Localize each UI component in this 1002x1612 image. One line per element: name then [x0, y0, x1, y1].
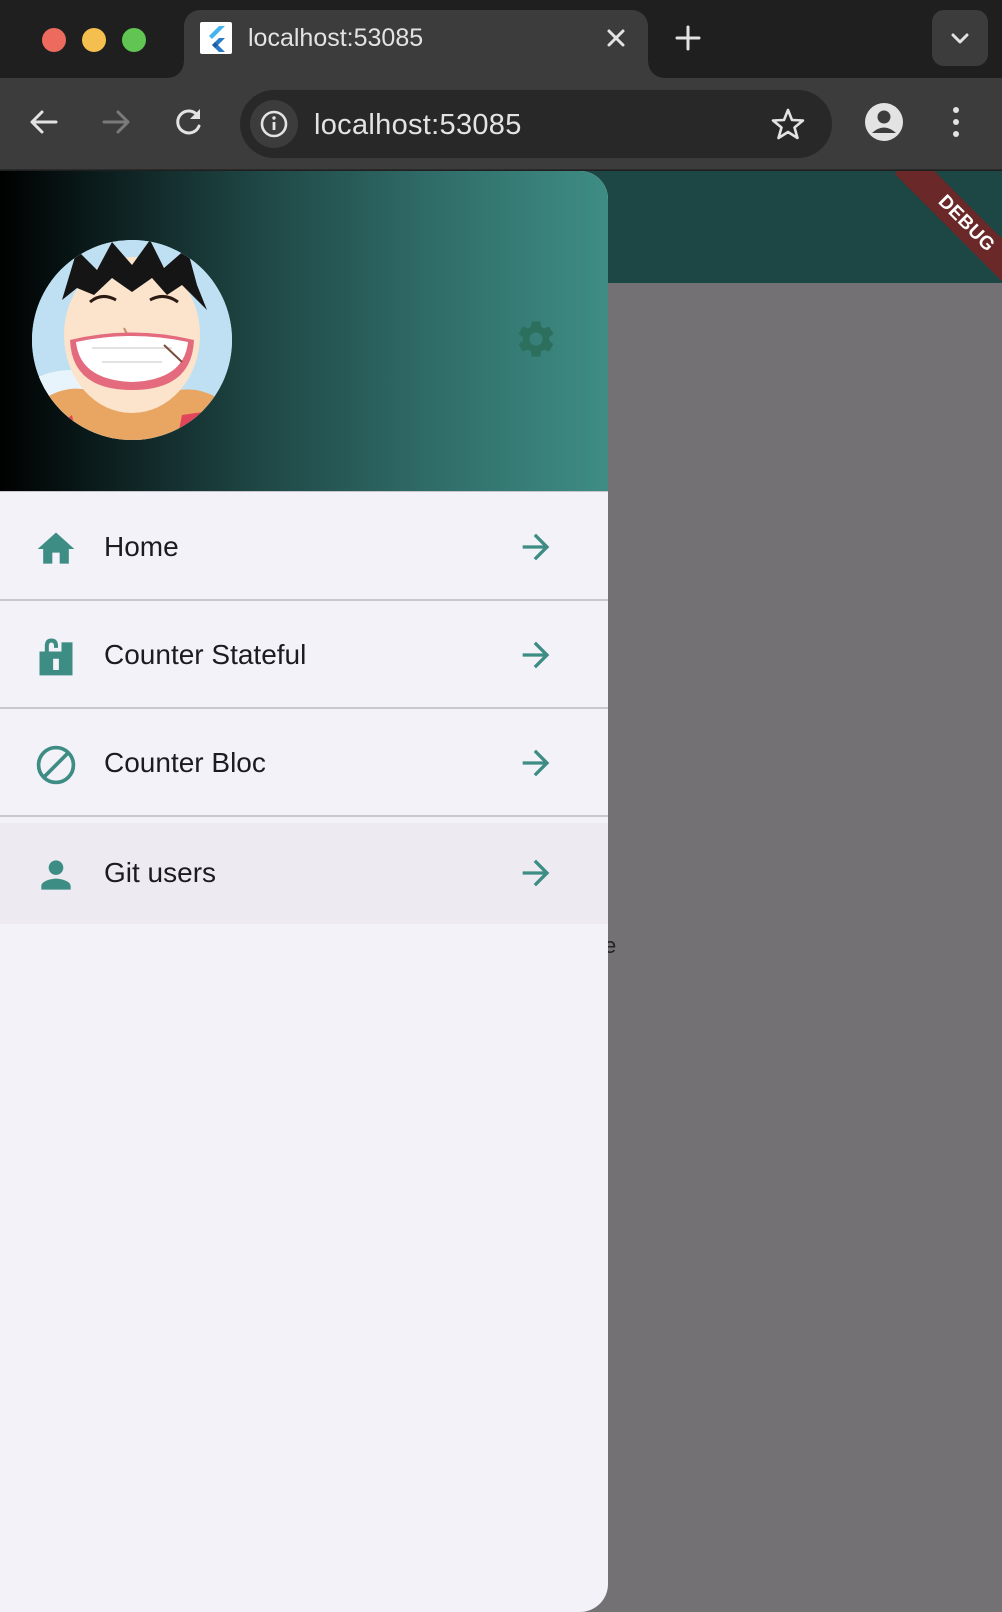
drawer-item-label: Counter Bloc: [104, 747, 266, 778]
arrow-right-icon[interactable]: [94, 100, 138, 144]
reload-icon[interactable]: [166, 100, 210, 144]
app-viewport: DEBUG e Home Counter Stateful Counter Bl…: [0, 171, 1002, 1612]
arrow-forward-icon: [516, 635, 556, 675]
info-icon[interactable]: [250, 100, 298, 148]
browser-tab[interactable]: localhost:53085: [168, 10, 664, 78]
drawer-item-label: Git users: [104, 857, 217, 888]
avatar-image[interactable]: [32, 240, 232, 440]
block-icon: [34, 743, 78, 787]
person-icon: [34, 853, 78, 897]
drawer-item-counter-bloc[interactable]: Counter Bloc: [0, 709, 608, 817]
lock-open-icon: [34, 635, 78, 679]
flutter-logo-icon: [200, 22, 232, 54]
star-icon[interactable]: [770, 106, 806, 142]
drawer-item-counter-stateful[interactable]: Counter Stateful: [0, 601, 608, 709]
browser-toolbar: localhost:53085: [0, 78, 1002, 170]
arrow-forward-icon: [516, 527, 556, 567]
navigation-drawer: Home Counter Stateful Counter Bloc Git u…: [0, 171, 608, 1612]
drawer-item-git-users[interactable]: Git users: [0, 823, 608, 924]
tab-strip: localhost:53085: [0, 0, 1002, 78]
arrow-forward-icon: [516, 743, 556, 783]
minimize-window-button[interactable]: [82, 28, 106, 52]
home-icon: [34, 527, 78, 571]
url-text: localhost:53085: [314, 109, 522, 141]
kebab-menu-icon[interactable]: [942, 102, 970, 142]
drawer-item-label: Counter Stateful: [104, 639, 307, 670]
close-icon[interactable]: [602, 24, 630, 52]
drawer-menu-list: Home Counter Stateful Counter Bloc Git u…: [0, 493, 608, 924]
arrow-left-icon[interactable]: [22, 100, 66, 144]
maximize-window-button[interactable]: [122, 28, 146, 52]
close-window-button[interactable]: [42, 28, 66, 52]
chevron-down-icon: [951, 33, 969, 44]
tab-title: localhost:53085: [248, 24, 424, 52]
profile-icon[interactable]: [864, 102, 904, 142]
drawer-item-label: Home: [104, 531, 179, 562]
address-bar[interactable]: localhost:53085: [240, 90, 832, 158]
drawer-header: [0, 171, 608, 492]
drawer-item-home[interactable]: Home: [0, 493, 608, 601]
tab-search-button[interactable]: [932, 10, 988, 66]
plus-icon[interactable]: [672, 22, 704, 54]
arrow-forward-icon: [516, 853, 556, 893]
gear-icon[interactable]: [514, 317, 558, 361]
